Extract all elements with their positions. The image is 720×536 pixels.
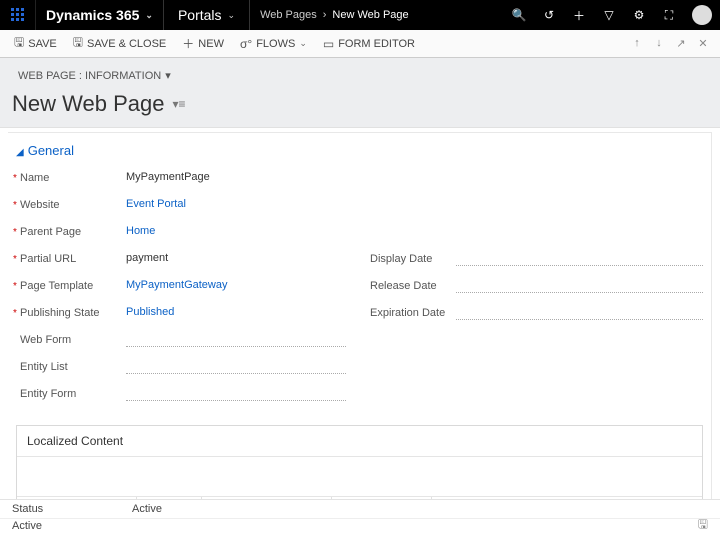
- save-close-icon: 🖫: [73, 33, 83, 54]
- field-web-form[interactable]: [126, 333, 346, 347]
- label-website: Website: [16, 199, 126, 211]
- label-name: Name: [16, 172, 126, 184]
- app-launcher-icon[interactable]: [0, 0, 36, 30]
- field-website[interactable]: Event Portal: [126, 197, 346, 212]
- nav-up-icon[interactable]: ↑: [628, 37, 646, 50]
- brand-menu[interactable]: Dynamics 365 ⌄: [36, 0, 164, 30]
- user-avatar[interactable]: [692, 5, 712, 25]
- flows-button[interactable]: σ° FLOWS ⌄: [234, 34, 313, 54]
- active-label: Active: [12, 520, 42, 532]
- page-header: WEB PAGE : INFORMATION ▾ New Web Page ▾≡: [0, 58, 720, 128]
- nav-down-icon[interactable]: ↓: [650, 37, 668, 50]
- field-page-template[interactable]: MyPaymentGateway: [126, 278, 346, 293]
- chevron-right-icon: ›: [323, 9, 327, 21]
- form-body[interactable]: ◢ General NameMyPaymentPage WebsiteEvent …: [8, 132, 712, 512]
- footer: Status Active Active 🖫: [0, 499, 720, 532]
- field-entity-form[interactable]: [126, 387, 346, 401]
- label-webform: Web Form: [16, 334, 126, 346]
- field-display-date[interactable]: [456, 252, 703, 266]
- caret-down-icon: ▾: [165, 69, 171, 82]
- plus-icon: ＋: [182, 35, 194, 52]
- subgrid-title: Localized Content: [17, 426, 702, 457]
- module-label: Portals: [178, 7, 222, 23]
- status-label: Status: [12, 503, 132, 515]
- save-close-label: SAVE & CLOSE: [87, 38, 166, 50]
- form-selector[interactable]: WEB PAGE : INFORMATION ▾: [12, 66, 177, 85]
- save-footer-icon[interactable]: 🖫: [698, 515, 708, 536]
- label-release-date: Release Date: [366, 280, 456, 292]
- save-button[interactable]: 🖫 SAVE: [8, 30, 63, 57]
- title-menu-icon[interactable]: ▾≡: [172, 97, 185, 111]
- recent-icon[interactable]: ↺: [534, 0, 564, 30]
- module-menu[interactable]: Portals ⌄: [164, 0, 250, 30]
- chevron-down-icon: ⌄: [299, 38, 307, 49]
- form-icon: ▭: [323, 37, 334, 51]
- subgrid-body[interactable]: [17, 457, 702, 497]
- status-value: Active: [132, 503, 162, 515]
- field-entity-list[interactable]: [126, 360, 346, 374]
- save-label: SAVE: [28, 38, 57, 50]
- popout-icon[interactable]: ↗: [672, 37, 690, 50]
- field-expiration-date[interactable]: [456, 306, 703, 320]
- field-name[interactable]: MyPaymentPage: [126, 170, 346, 185]
- label-entityform: Entity Form: [16, 388, 126, 400]
- breadcrumb: Web Pages › New Web Page: [250, 9, 419, 21]
- pill-label: WEB PAGE : INFORMATION: [18, 70, 161, 82]
- add-icon[interactable]: ＋: [564, 0, 594, 30]
- top-nav: Dynamics 365 ⌄ Portals ⌄ Web Pages › New…: [0, 0, 720, 30]
- field-parent-page[interactable]: Home: [126, 224, 346, 239]
- label-parent: Parent Page: [16, 226, 126, 238]
- chevron-down-icon: ⌄: [145, 10, 153, 21]
- new-label: NEW: [198, 38, 224, 50]
- label-display-date: Display Date: [366, 253, 456, 265]
- search-icon[interactable]: 🔍: [504, 0, 534, 30]
- chevron-down-icon: ⌄: [228, 10, 236, 21]
- breadcrumb-parent[interactable]: Web Pages: [260, 9, 317, 21]
- breadcrumb-current: New Web Page: [332, 9, 408, 21]
- label-expiration-date: Expiration Date: [366, 307, 456, 319]
- command-bar: 🖫 SAVE 🖫 SAVE & CLOSE ＋ NEW σ° FLOWS ⌄ ▭ FORM …: [0, 30, 720, 58]
- section-general[interactable]: ◢ General: [8, 133, 711, 164]
- label-entitylist: Entity List: [16, 361, 126, 373]
- save-close-button[interactable]: 🖫 SAVE & CLOSE: [67, 30, 173, 57]
- expand-icon[interactable]: ⛶: [654, 0, 684, 30]
- label-partial-url: Partial URL: [16, 253, 126, 265]
- form-editor-button[interactable]: ▭ FORM EDITOR: [317, 34, 421, 54]
- label-template: Page Template: [16, 280, 126, 292]
- flow-icon: σ°: [240, 37, 252, 51]
- filter-icon[interactable]: ▽: [594, 0, 624, 30]
- brand-label: Dynamics 365: [46, 7, 139, 23]
- page-title: New Web Page: [12, 91, 164, 117]
- field-partial-url[interactable]: payment: [126, 251, 346, 266]
- field-publishing-state[interactable]: Published: [126, 305, 346, 320]
- settings-icon[interactable]: ⚙: [624, 0, 654, 30]
- save-icon: 🖫: [14, 33, 24, 54]
- section-caret-icon: ◢: [16, 147, 24, 158]
- section-general-label: General: [28, 143, 74, 158]
- field-release-date[interactable]: [456, 279, 703, 293]
- form-editor-label: FORM EDITOR: [338, 38, 415, 50]
- close-icon[interactable]: ✕: [694, 37, 712, 50]
- new-button[interactable]: ＋ NEW: [176, 32, 230, 55]
- label-pubstate: Publishing State: [16, 307, 126, 319]
- flows-label: FLOWS: [256, 38, 295, 50]
